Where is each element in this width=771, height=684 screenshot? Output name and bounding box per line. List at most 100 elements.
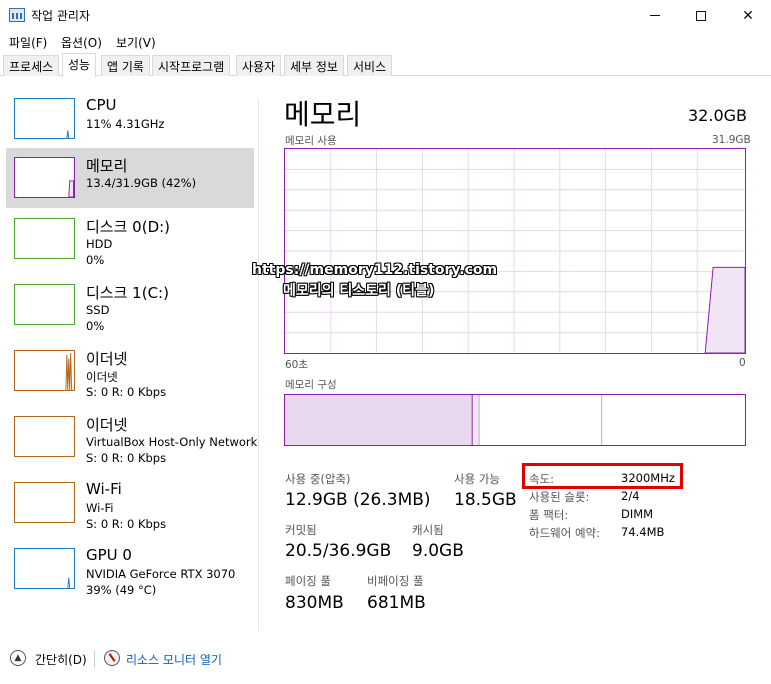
form-factor-label: 폼 팩터:	[529, 508, 569, 522]
committed-value: 20.5/36.9GB	[285, 541, 392, 561]
memory-usage-area	[704, 266, 745, 353]
task-manager-icon	[9, 8, 25, 22]
sidebar-item-wifi[interactable]: Wi-Fi Wi-Fi S: 0 R: 0 Kbps	[6, 480, 254, 540]
resource-sidebar: CPU 11% 4.31GHz 메모리 13.4/31.9GB (42%) 디스…	[0, 88, 258, 633]
tab-app-history[interactable]: 앱 기록	[101, 55, 150, 76]
menu-options[interactable]: 옵션(O)	[61, 34, 102, 51]
menu-view[interactable]: 보기(V)	[116, 34, 156, 51]
total-memory: 32.0GB	[688, 106, 747, 125]
ethernet-1-thumbnail	[14, 350, 75, 391]
tab-details[interactable]: 세부 정보	[284, 55, 344, 76]
sidebar-item-detail: VirtualBox Host-Only Network	[86, 435, 258, 449]
tab-processes[interactable]: 프로세스	[3, 55, 60, 76]
sidebar-item-ethernet-1[interactable]: 이더넷 이더넷 S: 0 R: 0 Kbps	[6, 348, 254, 408]
sidebar-item-detail: 이더넷	[86, 370, 118, 384]
sidebar-item-title: 메모리	[86, 157, 128, 175]
disk-1-thumbnail	[14, 284, 75, 325]
paged-pool-value: 830MB	[285, 593, 344, 613]
cpu-thumbnail	[14, 98, 75, 139]
sidebar-item-title: Wi-Fi	[86, 480, 122, 498]
form-factor-value: DIMM	[621, 507, 654, 521]
sidebar-item-title: CPU	[86, 96, 117, 114]
footer-bar: ▲ 간단히(D) 리소스 모니터 열기	[0, 640, 771, 684]
sidebar-item-detail: NVIDIA GeForce RTX 3070	[86, 567, 236, 581]
sidebar-item-title: GPU 0	[86, 546, 132, 564]
window-title: 작업 관리자	[31, 9, 91, 23]
time-axis-left: 60초	[285, 359, 309, 371]
resource-monitor-icon	[104, 650, 120, 666]
sidebar-item-disk-0[interactable]: 디스크 0(D:) HDD 0%	[6, 216, 254, 276]
available-value: 18.5GB	[454, 490, 517, 510]
sidebar-item-detail: SSD	[86, 303, 110, 317]
fewer-details-button[interactable]: 간단히(D)	[35, 651, 87, 668]
memory-usage-graph	[284, 148, 746, 354]
sidebar-item-detail: HDD	[86, 237, 113, 251]
menu-file[interactable]: 파일(F)	[9, 34, 47, 51]
close-button[interactable]: ✕	[725, 0, 771, 31]
tab-strip: 프로세스 성능 앱 기록 시작프로그램 사용자 세부 정보 서비스	[0, 53, 771, 77]
sidebar-item-detail: 13.4/31.9GB (42%)	[86, 176, 197, 190]
memory-usage-max: 31.9GB	[712, 134, 751, 146]
sidebar-item-title: 디스크 1(C:)	[86, 284, 169, 302]
composition-in-use	[285, 395, 473, 445]
minimize-button[interactable]	[632, 0, 678, 31]
sidebar-item-disk-1[interactable]: 디스크 1(C:) SSD 0%	[6, 282, 254, 342]
sidebar-item-detail: S: 0 R: 0 Kbps	[86, 451, 167, 465]
committed-label: 커밋됨	[285, 523, 317, 537]
sidebar-item-memory[interactable]: 메모리 13.4/31.9GB (42%)	[6, 148, 254, 208]
watermark-blog-name: 메모리의 티스토리 (티블)	[283, 283, 435, 299]
wifi-thumbnail	[14, 482, 75, 523]
sidebar-item-ethernet-2[interactable]: 이더넷 VirtualBox Host-Only Network S: 0 R:…	[6, 414, 258, 474]
menu-bar: 파일(F) 옵션(O) 보기(V)	[0, 31, 771, 53]
tab-startup[interactable]: 시작프로그램	[152, 55, 231, 76]
slots-used-label: 사용된 슬롯:	[529, 490, 590, 504]
watermark-url: https://memory112.tistory.com	[252, 262, 498, 278]
open-resource-monitor-link[interactable]: 리소스 모니터 열기	[126, 651, 222, 668]
minimize-icon	[650, 15, 660, 16]
cached-value: 9.0GB	[412, 541, 464, 561]
sidebar-item-detail: Wi-Fi	[86, 501, 114, 515]
memory-thumbnail	[14, 157, 75, 198]
ethernet-2-thumbnail	[14, 416, 75, 457]
sidebar-item-detail: 11% 4.31GHz	[86, 117, 165, 131]
sidebar-item-title: 이더넷	[86, 350, 128, 368]
sidebar-item-detail: 0%	[86, 319, 105, 333]
in-use-value: 12.9GB (26.3MB)	[285, 490, 431, 510]
sidebar-item-detail: S: 0 R: 0 Kbps	[86, 517, 167, 531]
time-axis-right: 0	[739, 357, 746, 369]
slots-used-value: 2/4	[621, 489, 640, 503]
sidebar-item-title: 이더넷	[86, 416, 128, 434]
in-use-label: 사용 중(압축)	[285, 472, 351, 486]
gpu-thumbnail	[14, 548, 75, 589]
sidebar-item-gpu[interactable]: GPU 0 NVIDIA GeForce RTX 3070 39% (49 °C…	[6, 546, 254, 606]
chevron-up-icon[interactable]: ▲	[10, 650, 26, 666]
page-title: 메모리	[284, 98, 362, 131]
disk-0-thumbnail	[14, 218, 75, 259]
cached-label: 캐시됨	[412, 523, 444, 537]
sidebar-item-cpu[interactable]: CPU 11% 4.31GHz	[6, 96, 254, 156]
speed-highlight-box	[522, 463, 683, 489]
tab-users[interactable]: 사용자	[236, 55, 282, 76]
tab-performance[interactable]: 성능	[62, 53, 97, 77]
available-label: 사용 가능	[454, 472, 500, 486]
graph-grid	[285, 149, 745, 353]
sidebar-item-detail: S: 0 R: 0 Kbps	[86, 385, 167, 399]
sidebar-item-detail: 39% (49 °C)	[86, 583, 157, 597]
memory-composition-label: 메모리 구성	[285, 379, 337, 391]
hardware-reserved-value: 74.4MB	[621, 525, 665, 539]
nonpaged-pool-value: 681MB	[367, 593, 426, 613]
memory-usage-label: 메모리 사용	[285, 135, 337, 147]
title-bar: 작업 관리자 ✕	[0, 0, 771, 31]
nonpaged-pool-label: 비페이징 풀	[367, 574, 424, 588]
tab-services[interactable]: 서비스	[347, 55, 393, 76]
footer-divider	[94, 650, 95, 668]
hardware-reserved-label: 하드웨어 예약:	[529, 526, 601, 540]
sidebar-divider	[258, 98, 259, 631]
memory-composition-bar	[284, 394, 746, 446]
maximize-icon	[696, 10, 706, 21]
sidebar-item-detail: 0%	[86, 253, 105, 267]
close-icon: ✕	[742, 7, 754, 24]
composition-modified	[473, 395, 480, 445]
maximize-button[interactable]	[678, 0, 724, 31]
paged-pool-label: 페이징 풀	[285, 574, 331, 588]
